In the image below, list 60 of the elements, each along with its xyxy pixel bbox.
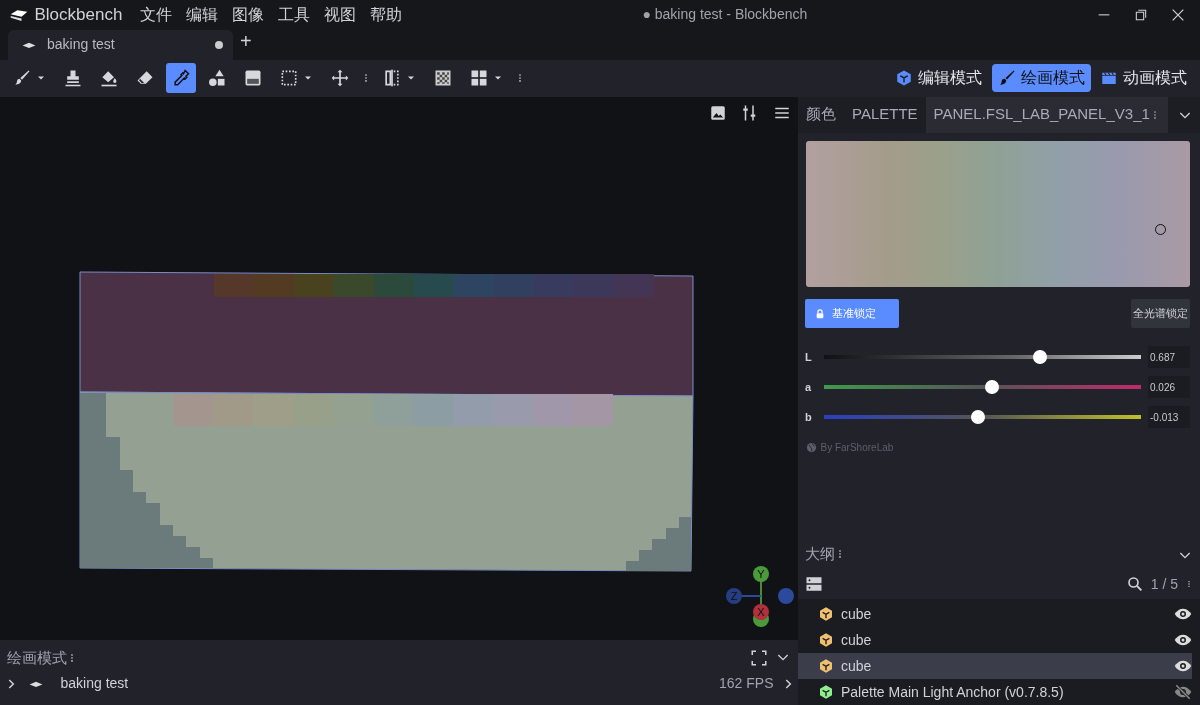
menu-item[interactable]: 视图 — [320, 2, 360, 27]
lock-icon — [815, 308, 825, 319]
axis-gizmo[interactable]: Y Z X — [726, 565, 794, 627]
cube-icon — [895, 69, 913, 88]
menu-item[interactable]: 编辑 — [182, 2, 222, 27]
panel-title: 绘画模式 — [7, 648, 67, 668]
value-field[interactable]: 0.687 — [1148, 346, 1190, 369]
fullscreen-icon[interactable] — [750, 649, 768, 668]
window-title: ● baking test - Blockbench — [642, 5, 808, 25]
slider-label: L — [805, 349, 813, 365]
image-icon[interactable] — [709, 103, 727, 122]
grid-icon — [469, 68, 489, 89]
value-field[interactable]: 0.026 — [1148, 376, 1190, 399]
menu-item[interactable]: 文件 — [136, 2, 176, 27]
slider-label: a — [805, 379, 813, 395]
menu-item[interactable]: 图像 — [228, 2, 268, 27]
app-name: Blockbench — [34, 4, 123, 27]
mode-tab[interactable]: 绘画模式 — [991, 64, 1091, 93]
menu-item[interactable]: 帮助 — [366, 2, 406, 27]
lock-button[interactable]: 全光谱锁定 — [1131, 299, 1190, 329]
mode-tab[interactable]: 动画模式 — [1094, 64, 1193, 93]
panel-tab[interactable]: PANEL.FSL_LAB_PANEL_V3_1 — [925, 96, 1168, 133]
gradient-icon — [243, 68, 263, 89]
outliner-item-name: cube — [841, 604, 872, 624]
slider-thumb[interactable] — [970, 410, 985, 425]
project-name: baking test — [60, 674, 129, 693]
tool-button[interactable] — [166, 63, 196, 94]
server-icon[interactable] — [805, 575, 823, 594]
mode-tab[interactable]: 编辑模式 — [889, 64, 988, 93]
checker-icon — [433, 68, 453, 89]
outliner-item-name: cube — [841, 656, 872, 676]
value-field[interactable]: -0.013 — [1148, 406, 1190, 429]
new-tab-button[interactable]: + — [240, 26, 252, 57]
project-tab[interactable]: baking test — [8, 29, 233, 60]
outliner-item-name: Palette Main Light Anchor (v0.7.8.5) — [841, 682, 1064, 702]
eye-off-icon[interactable] — [1174, 683, 1192, 701]
slider-label: b — [805, 409, 813, 425]
shapes-icon — [207, 68, 227, 89]
fps-counter: 162 FPS — [719, 674, 774, 693]
slider-thumb[interactable] — [1032, 350, 1047, 365]
brush-icon — [997, 69, 1016, 88]
slider-thumb[interactable] — [985, 380, 999, 395]
outliner-item-name: cube — [841, 630, 872, 650]
outliner-row[interactable]: cube — [798, 627, 1192, 653]
panel-tab[interactable]: PALETTE — [844, 96, 926, 133]
outliner-row[interactable]: Palette Main Light Anchor (v0.7.8.5) — [798, 679, 1192, 705]
stamp-icon — [63, 68, 83, 89]
page-counter: 1 / 5 — [1150, 574, 1178, 594]
mirror-icon — [382, 68, 402, 89]
search-icon[interactable] — [1125, 575, 1144, 594]
globe-icon — [806, 442, 817, 454]
menu-item[interactable]: 工具 — [274, 2, 314, 27]
color-field[interactable] — [806, 140, 1190, 288]
move-icon — [330, 68, 350, 89]
panel-title: 大纲 — [805, 544, 835, 565]
credit-text: By FarShoreLab — [820, 441, 894, 456]
panel-tab[interactable]: 颜色 — [798, 96, 844, 133]
outliner-row[interactable]: cube — [798, 601, 1192, 627]
selection-icon — [279, 68, 299, 89]
outliner-row[interactable]: cube — [798, 653, 1192, 679]
